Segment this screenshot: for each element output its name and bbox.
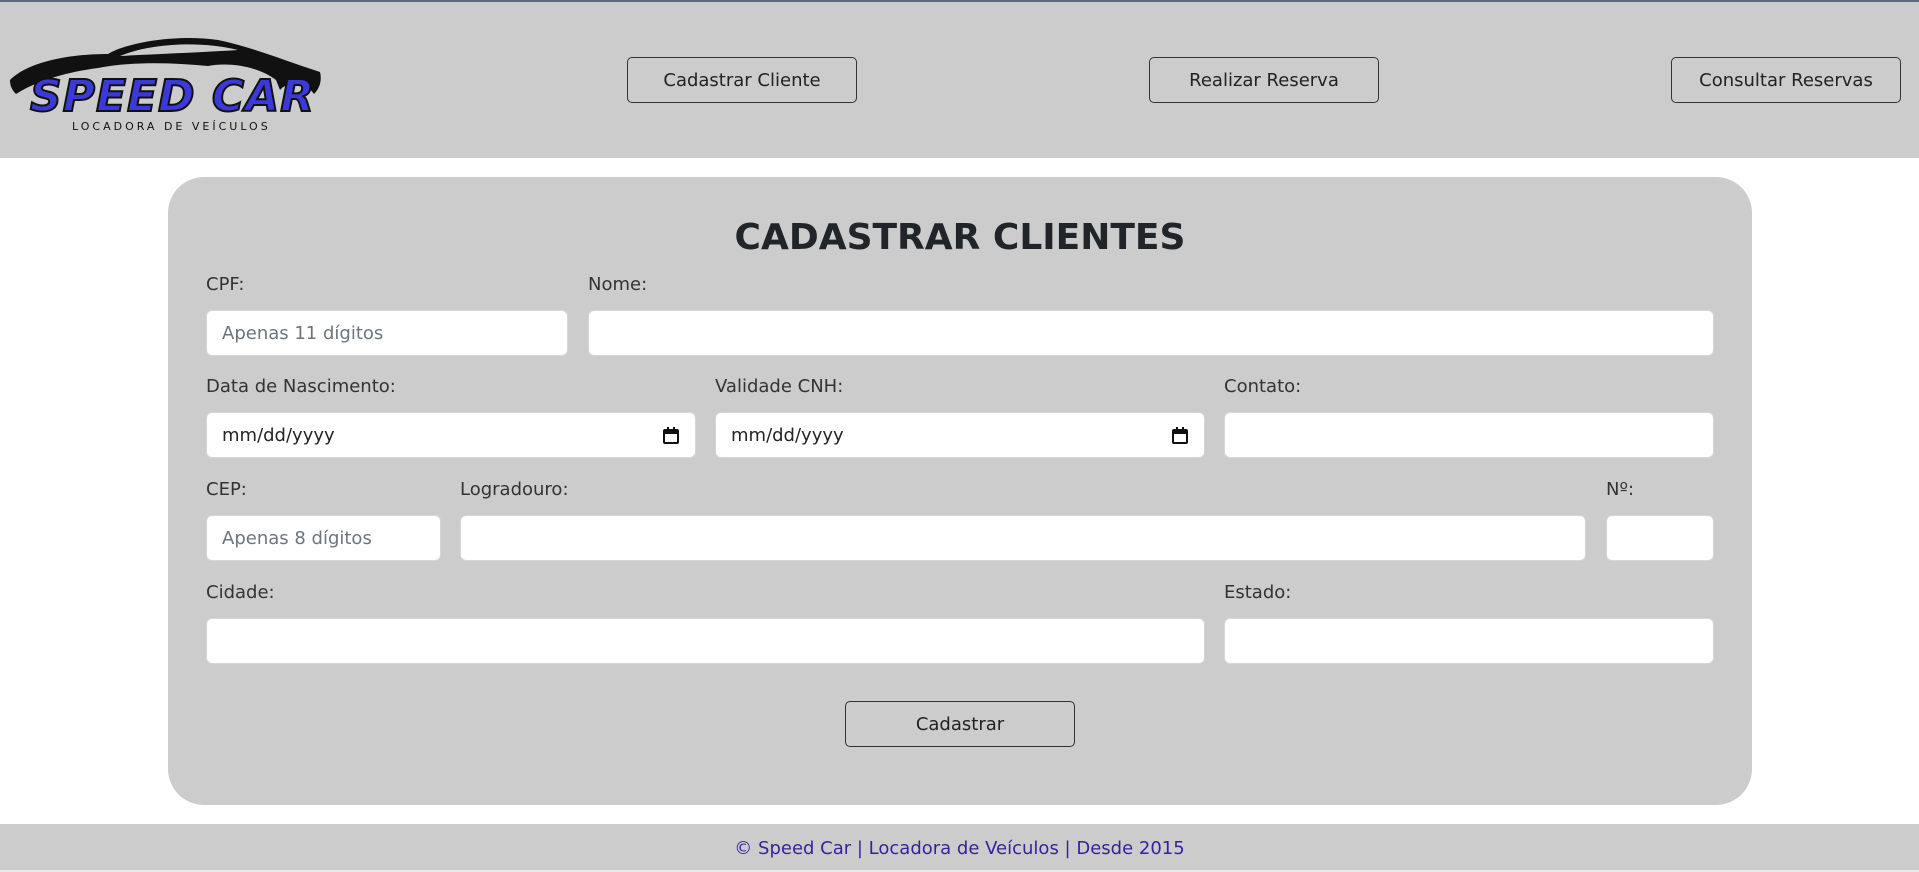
nome-label: Nome: — [588, 274, 648, 295]
cadastrar-button[interactable]: Cadastrar — [845, 701, 1075, 747]
footer-text: © Speed Car | Locadora de Veículos | Des… — [734, 837, 1185, 859]
nav-realizar-reserva-button[interactable]: Realizar Reserva — [1149, 57, 1379, 103]
estado-input[interactable] — [1224, 618, 1714, 664]
validade-cnh-value: mm/dd/yyyy — [731, 424, 844, 446]
logo[interactable]: SPEED CAR LOCADORA DE VEÍCULOS — [8, 32, 328, 138]
cep-label: CEP: — [206, 479, 247, 500]
numero-label: Nº: — [1606, 479, 1635, 500]
register-client-form: CADASTRAR CLIENTES CPF: Apenas 11 dígito… — [168, 177, 1752, 805]
cpf-input[interactable]: Apenas 11 dígitos — [206, 310, 568, 356]
cep-input[interactable]: Apenas 8 dígitos — [206, 515, 441, 561]
nome-input[interactable] — [588, 310, 1714, 356]
logradouro-label: Logradouro: — [460, 479, 569, 500]
calendar-icon[interactable] — [663, 427, 679, 444]
data-nascimento-input[interactable]: mm/dd/yyyy — [206, 412, 696, 458]
data-nascimento-label: Data de Nascimento: — [206, 376, 396, 397]
contato-label: Contato: — [1224, 376, 1302, 397]
form-title: CADASTRAR CLIENTES — [734, 217, 1186, 258]
data-nascimento-value: mm/dd/yyyy — [222, 424, 335, 446]
header: SPEED CAR LOCADORA DE VEÍCULOS Cadastrar… — [0, 2, 1919, 158]
estado-label: Estado: — [1224, 582, 1292, 603]
logo-tagline: LOCADORA DE VEÍCULOS — [72, 120, 271, 133]
cep-placeholder: Apenas 8 dígitos — [222, 527, 372, 549]
validade-cnh-input[interactable]: mm/dd/yyyy — [715, 412, 1205, 458]
contato-input[interactable] — [1224, 412, 1714, 458]
calendar-icon[interactable] — [1172, 427, 1188, 444]
footer: © Speed Car | Locadora de Veículos | Des… — [0, 824, 1919, 872]
validade-cnh-label: Validade CNH: — [715, 376, 844, 397]
cidade-input[interactable] — [206, 618, 1205, 664]
cpf-label: CPF: — [206, 274, 245, 295]
numero-input[interactable] — [1606, 515, 1714, 561]
cidade-label: Cidade: — [206, 582, 275, 603]
logradouro-input[interactable] — [460, 515, 1586, 561]
cpf-placeholder: Apenas 11 dígitos — [222, 322, 384, 344]
nav-consultar-reservas-button[interactable]: Consultar Reservas — [1671, 57, 1901, 103]
nav-cadastrar-cliente-button[interactable]: Cadastrar Cliente — [627, 57, 857, 103]
logo-title: SPEED CAR — [29, 71, 316, 123]
